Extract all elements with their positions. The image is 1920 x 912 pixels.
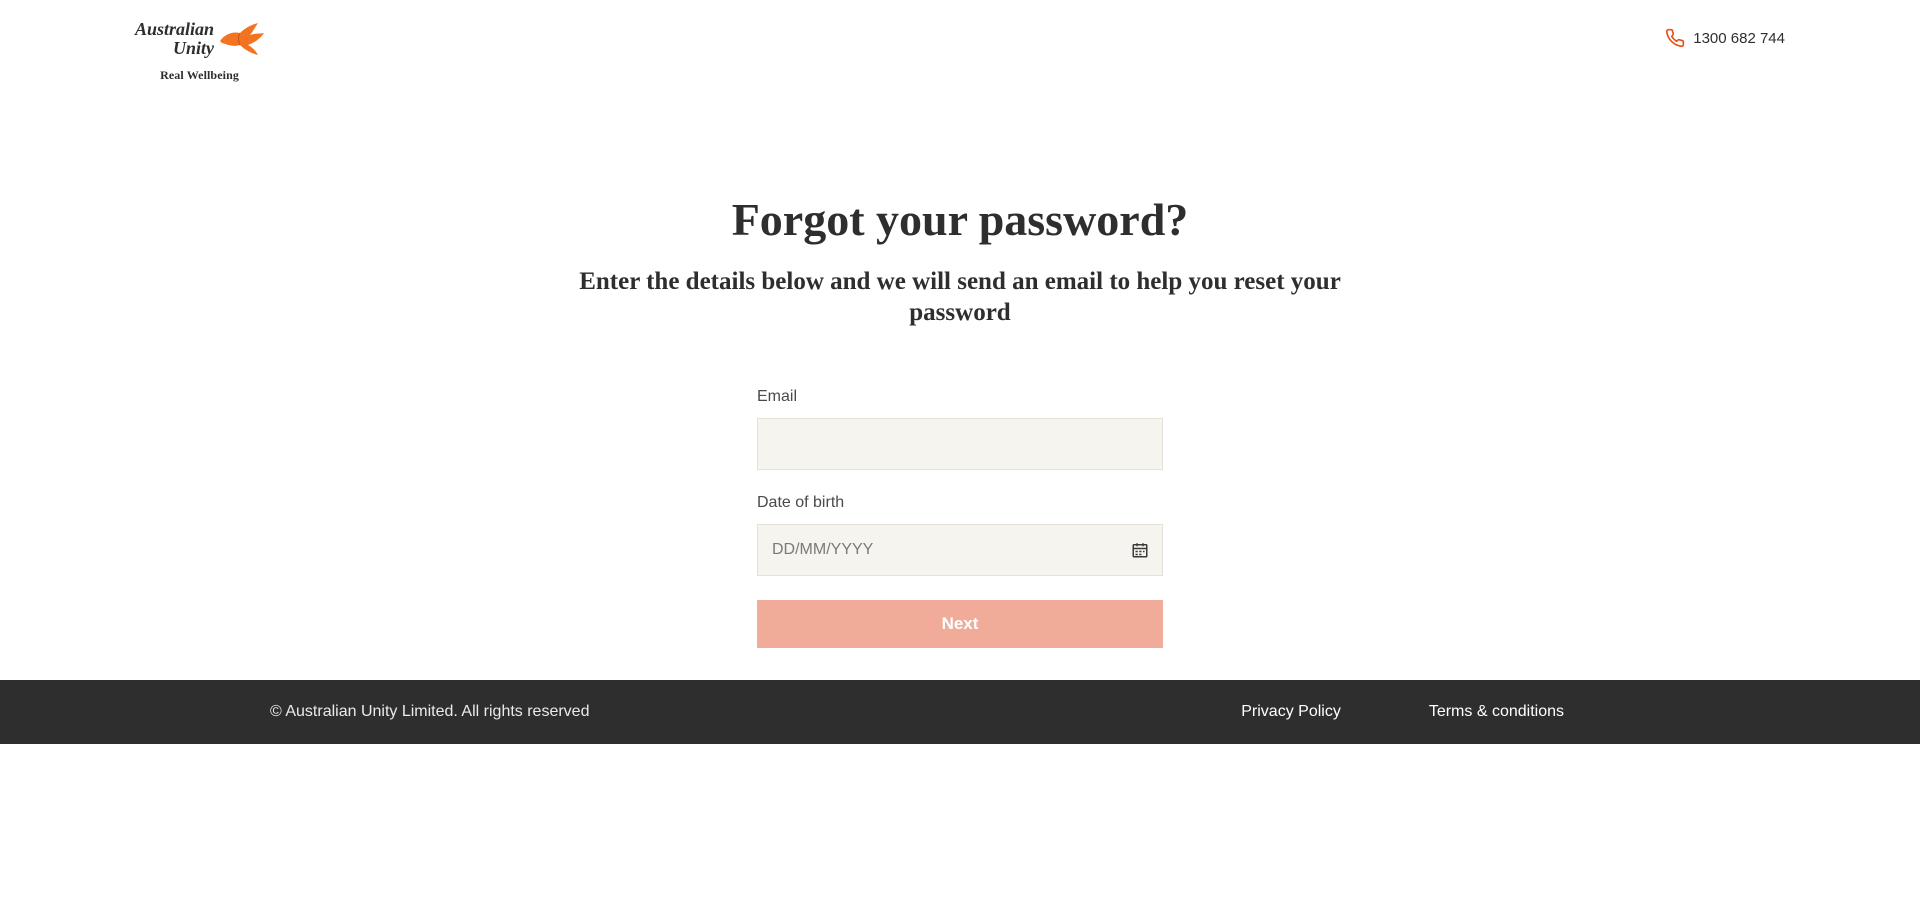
header: Australian Unity Real Wellbeing <box>0 0 1920 103</box>
copyright: © Australian Unity Limited. All rights r… <box>270 703 589 721</box>
privacy-link[interactable]: Privacy Policy <box>1241 703 1341 721</box>
bird-icon <box>218 21 264 57</box>
terms-link[interactable]: Terms & conditions <box>1429 703 1564 721</box>
email-input[interactable] <box>757 418 1163 470</box>
page-title: Forgot your password? <box>0 193 1920 246</box>
footer-links: Privacy Policy Terms & conditions <box>1241 703 1564 721</box>
logo[interactable]: Australian Unity Real Wellbeing <box>135 20 264 83</box>
below-footer-spacer <box>0 744 1920 912</box>
logo-line1: Australian <box>135 20 214 39</box>
main: Forgot your password? Enter the details … <box>0 103 1920 649</box>
logo-line2: Unity <box>135 39 214 58</box>
dob-label: Date of birth <box>757 494 1163 512</box>
phone-number: 1300 682 744 <box>1693 30 1785 47</box>
logo-tagline: Real Wellbeing <box>160 68 239 83</box>
dob-input[interactable] <box>757 524 1163 576</box>
forgot-password-form: Email Date of birth <box>757 388 1163 648</box>
page-subtitle: Enter the details below and we will send… <box>545 266 1375 329</box>
next-button[interactable]: Next <box>757 600 1163 648</box>
logo-main: Australian Unity <box>135 20 264 58</box>
phone-icon <box>1665 28 1685 48</box>
footer: © Australian Unity Limited. All rights r… <box>0 680 1920 744</box>
email-label: Email <box>757 388 1163 406</box>
phone-link[interactable]: 1300 682 744 <box>1665 28 1785 48</box>
